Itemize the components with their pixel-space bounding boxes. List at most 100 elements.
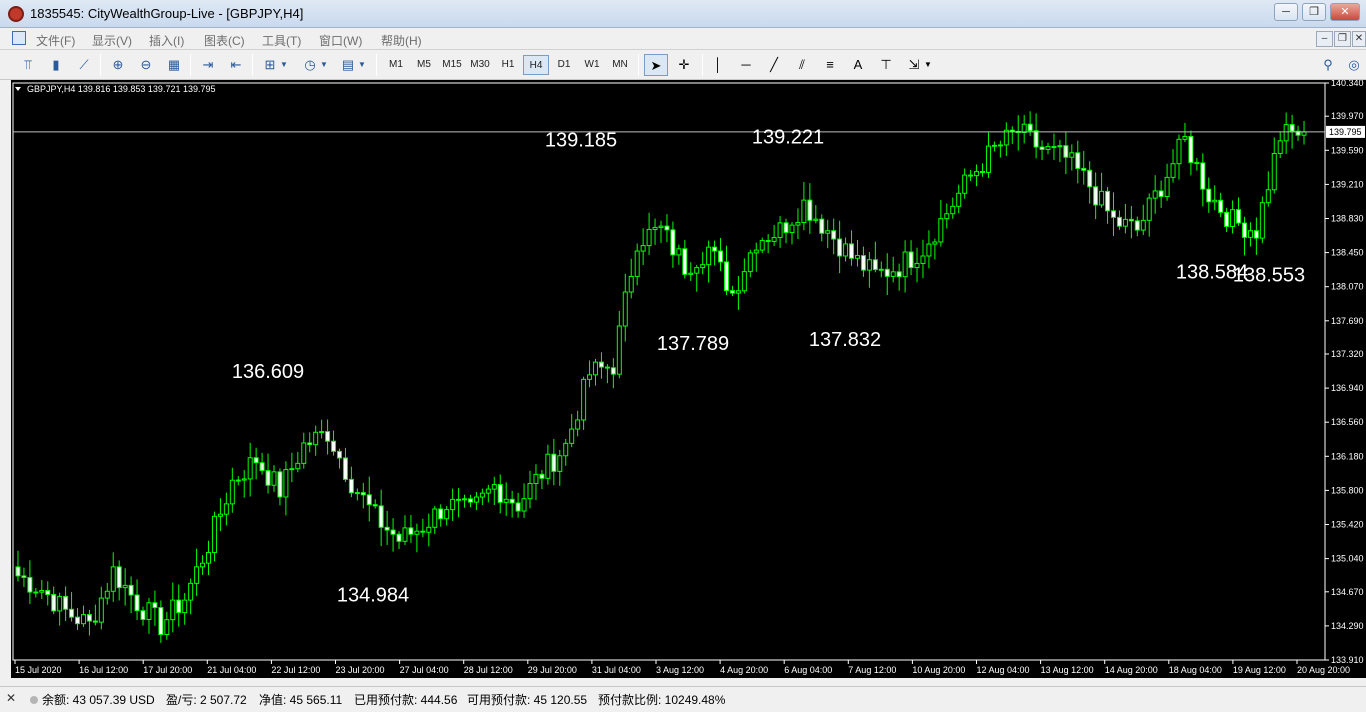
price-annotation-high: 139.221 [752, 126, 824, 148]
vertical-line-icon[interactable]: │ [706, 54, 730, 76]
search-icon[interactable]: ⚲ [1316, 54, 1340, 76]
price-annotation-low: 134.984 [337, 585, 409, 607]
x-tick-label: 18 Aug 04:00 [1169, 665, 1222, 675]
candle-body [98, 597, 104, 623]
candle-body [1236, 209, 1242, 224]
menu-window[interactable]: 窗口(W) [319, 32, 362, 49]
candle-body [670, 229, 676, 256]
menu-help[interactable]: 帮助(H) [381, 32, 422, 49]
equity-text: 净值: 45 565.11 [259, 693, 343, 707]
timeframe-w1[interactable]: W1 [579, 55, 605, 75]
timeframe-m15[interactable]: M15 [439, 55, 465, 75]
margin-text: 已用预付款: 444.56 [354, 693, 458, 707]
trendline-icon[interactable]: ╱ [762, 54, 786, 76]
price-annotation-high: 139.185 [545, 130, 617, 152]
cursor-icon[interactable]: ➤ [644, 54, 668, 76]
candle-body [902, 251, 908, 278]
menu-file[interactable]: 文件(F) [36, 32, 75, 49]
line-chart-icon[interactable]: ⟋ [72, 54, 96, 76]
minimize-button[interactable]: ─ [1274, 3, 1298, 21]
chart-window[interactable]: GBPJPY,H4 139.816 139.853 139.721 139.79… [11, 80, 1366, 678]
zoom-out-icon[interactable]: ⊖ [134, 54, 158, 76]
menu-tools[interactable]: 工具(T) [262, 32, 301, 49]
y-tick-label: 137.690 [1331, 316, 1364, 326]
candle-body [997, 144, 1003, 147]
chart-minimize-button[interactable]: – [1316, 31, 1333, 47]
candle-body [616, 325, 622, 375]
candle-body [33, 591, 39, 594]
arrows-dropdown-icon[interactable]: ▼ [922, 54, 934, 76]
menu-insert[interactable]: 插入(I) [149, 32, 184, 49]
candle-body [795, 222, 801, 226]
close-button[interactable]: ✕ [1330, 3, 1360, 21]
candle-body [110, 566, 116, 592]
indicators-dropdown-icon[interactable]: ▼ [278, 54, 290, 76]
restore-button[interactable]: ❐ [1302, 3, 1326, 21]
candle-body [1176, 138, 1182, 165]
menu-view[interactable]: 显示(V) [92, 32, 132, 49]
candle-body [1063, 145, 1069, 158]
x-tick-label: 3 Aug 12:00 [656, 665, 704, 675]
candle-body [479, 492, 485, 498]
price-chart[interactable]: GBPJPY,H4 139.816 139.853 139.721 139.79… [11, 80, 1366, 678]
timeframe-m5[interactable]: M5 [411, 55, 437, 75]
candle-body [569, 428, 575, 444]
text-tool-icon[interactable]: A [846, 54, 870, 76]
timeframe-m1[interactable]: M1 [383, 55, 409, 75]
x-tick-label: 10 Aug 20:00 [912, 665, 965, 675]
candle-body [63, 595, 69, 610]
equidistant-channel-icon[interactable]: ⫽ [790, 54, 814, 76]
candle-body [1105, 190, 1111, 212]
community-icon[interactable]: ◎ [1342, 54, 1366, 76]
price-annotation-low: 137.789 [657, 333, 729, 355]
candlestick-chart-icon[interactable]: ▮ [44, 54, 68, 76]
chart-close-button[interactable]: ✕ [1352, 31, 1366, 47]
templates-dropdown-icon[interactable]: ▼ [356, 54, 368, 76]
timeframe-d1[interactable]: D1 [551, 55, 577, 75]
fibonacci-icon[interactable]: ≡ [818, 54, 842, 76]
y-tick-label: 140.340 [1331, 80, 1364, 88]
candle-body [735, 290, 741, 294]
text-label-icon[interactable]: ⊤ [874, 54, 898, 76]
candle-body [652, 226, 658, 230]
crosshair-icon[interactable]: ✛ [672, 54, 696, 76]
close-icon[interactable]: ✕ [4, 691, 18, 705]
tile-windows-icon[interactable]: ▦ [162, 54, 186, 76]
candle-body [194, 566, 200, 584]
chart-window-icon[interactable] [12, 31, 26, 45]
candle-body [658, 225, 664, 228]
timeframe-mn[interactable]: MN [607, 55, 633, 75]
auto-scroll-icon[interactable]: ⇥ [196, 54, 220, 76]
x-tick-label: 14 Aug 20:00 [1105, 665, 1158, 675]
candle-body [69, 608, 75, 618]
candle-body [884, 268, 890, 277]
candle-body [331, 440, 337, 452]
menu-charts[interactable]: 图表(C) [204, 32, 245, 49]
candle-body [1253, 230, 1259, 239]
timeframe-m30[interactable]: M30 [467, 55, 493, 75]
timeframe-h1[interactable]: H1 [495, 55, 521, 75]
periods-dropdown-icon[interactable]: ▼ [318, 54, 330, 76]
bar-chart-icon[interactable]: ⫪ [16, 54, 40, 76]
candle-body [985, 145, 991, 173]
candle-body [313, 431, 319, 446]
x-tick-label: 6 Aug 04:00 [784, 665, 832, 675]
candle-body [467, 498, 473, 503]
candle-body [1027, 123, 1033, 132]
candle-body [396, 533, 402, 542]
candle-body [426, 526, 432, 533]
x-tick-label: 12 Aug 04:00 [977, 665, 1030, 675]
menu-bar: 文件(F) 显示(V) 插入(I) 图表(C) 工具(T) 窗口(W) 帮助(H… [0, 28, 1366, 50]
candle-body [122, 584, 128, 589]
candle-body [688, 272, 694, 275]
timeframe-h4[interactable]: H4 [523, 55, 549, 75]
candle-body [360, 492, 366, 496]
zoom-in-icon[interactable]: ⊕ [106, 54, 130, 76]
balance-text: 余额: 43 057.39 USD [42, 693, 155, 707]
chart-shift-icon[interactable]: ⇤ [224, 54, 248, 76]
horizontal-line-icon[interactable]: ─ [734, 54, 758, 76]
y-tick-label: 136.180 [1331, 451, 1364, 461]
candle-body [271, 471, 277, 486]
chart-restore-button[interactable]: ❐ [1334, 31, 1351, 47]
candle-body [1259, 202, 1265, 239]
